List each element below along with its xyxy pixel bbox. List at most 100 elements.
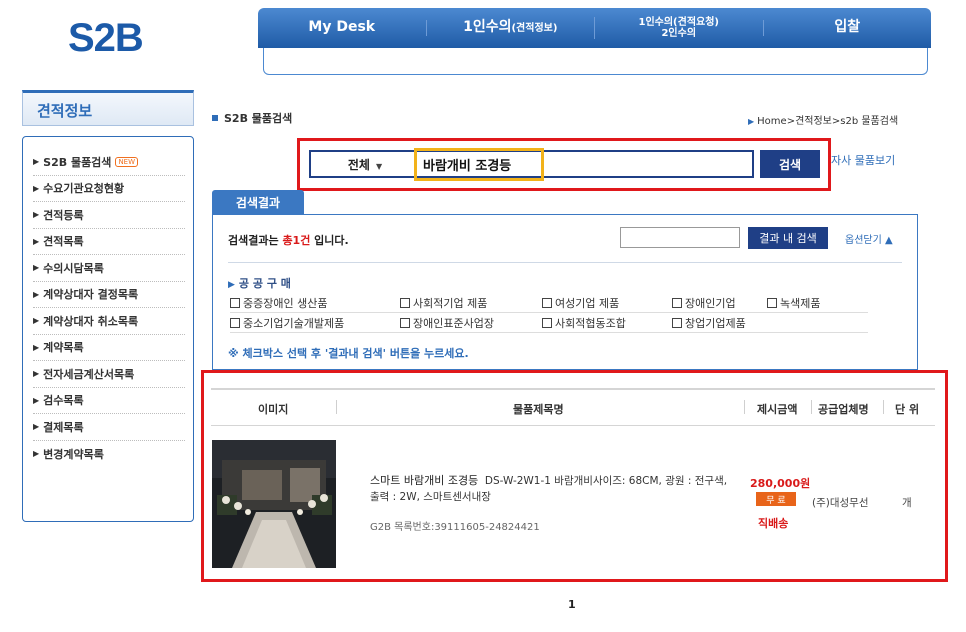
- nav-quote-request-line2: 2인수의: [661, 28, 697, 39]
- checkbox-box[interactable]: [542, 298, 552, 308]
- result-list-header: 이미지 물품제목명 제시금액 공급업체명 단 위: [211, 388, 935, 426]
- checkbox-label: 장애인기업: [685, 297, 736, 310]
- sidebar-menu: ▶ S2B 물품검색 NEW ▶ 수요기관요청현황 ▶ 견적등록 ▶ 견적목록 ▶ 수의시담…: [22, 136, 194, 522]
- arrow-right-icon: ▶: [33, 369, 40, 379]
- checkbox-disabled-enterprise[interactable]: 장애인기업: [672, 295, 736, 311]
- checkbox-box[interactable]: [672, 318, 682, 328]
- nav-bid[interactable]: 입찰: [762, 20, 932, 36]
- header-separator: [883, 400, 884, 414]
- nav-sub-bar: [263, 48, 928, 75]
- nav-single-contract-quote[interactable]: 1인수의(견적정보): [425, 20, 595, 36]
- sidebar-item-quote-list[interactable]: ▶ 견적목록: [33, 229, 185, 255]
- header-price: 제시금액: [757, 403, 798, 416]
- checkbox-row-divider: [230, 332, 868, 333]
- sidebar-item-label: S2B 물품검색: [43, 155, 112, 169]
- breadcrumb-text[interactable]: Home>견적정보>s2b 물품검색: [757, 116, 898, 127]
- inner-search-button[interactable]: 결과 내 검색: [748, 227, 828, 249]
- search-button[interactable]: 검색: [760, 150, 820, 178]
- own-products-link[interactable]: 자사 물품보기: [831, 152, 895, 168]
- triangle-right-icon: ▶: [748, 117, 755, 126]
- chevron-up-icon: ▲: [885, 235, 893, 246]
- sidebar-item-label: 전자세금계산서목록: [43, 367, 135, 381]
- product-unit: 개: [902, 497, 912, 509]
- arrow-right-icon: ▶: [33, 210, 40, 220]
- result-count-suffix: 입니다.: [310, 234, 349, 247]
- checkbox-startup[interactable]: 창업기업제품: [672, 315, 746, 331]
- checkbox-women-enterprise[interactable]: 여성기업 제품: [542, 295, 619, 311]
- checkbox-label: 녹색제품: [780, 297, 821, 310]
- sidebar-item-contractor-cancelled[interactable]: ▶ 계약상대자 취소목록: [33, 308, 185, 335]
- sidebar-item-label: 결제목록: [43, 420, 84, 434]
- header-unit: 단 위: [895, 403, 920, 416]
- nav-quote-request-line1: 1인수의(견적요청): [638, 17, 720, 28]
- checkbox-social-coop[interactable]: 사회적협동조합: [542, 315, 626, 331]
- result-count: 검색결과는 총1건 입니다.: [228, 232, 349, 248]
- sidebar-item-contract-list[interactable]: ▶ 계약목록: [33, 335, 185, 361]
- breadcrumb: ▶ Home>견적정보>s2b 물품검색: [748, 112, 898, 127]
- checkbox-box[interactable]: [542, 318, 552, 328]
- sidebar-item-contractor-decided[interactable]: ▶ 계약상대자 결정목록: [33, 282, 185, 308]
- sidebar-item-tax-invoice[interactable]: ▶ 전자세금계산서목록: [33, 361, 185, 388]
- sidebar-item-label: 견적목록: [43, 235, 84, 249]
- arrow-right-icon: ▶: [33, 263, 40, 273]
- pagination-page-1[interactable]: 1: [568, 598, 576, 611]
- sidebar-item-contract-change[interactable]: ▶ 변경계약목록: [33, 441, 185, 468]
- checkbox-box[interactable]: [400, 318, 410, 328]
- sidebar-item-s2b-search[interactable]: ▶ S2B 물품검색 NEW: [33, 149, 185, 176]
- sidebar-item-label: 변경계약목록: [43, 447, 104, 461]
- header-image: 이미지: [258, 403, 289, 416]
- checkbox-social-enterprise[interactable]: 사회적기업 제품: [400, 295, 487, 311]
- header-separator: [336, 400, 337, 414]
- public-purchase-title: ▶ 공 공 구 매: [228, 275, 291, 291]
- checkbox-box[interactable]: [672, 298, 682, 308]
- sidebar-item-quote-register[interactable]: ▶ 견적등록: [33, 202, 185, 229]
- product-thumbnail[interactable]: [212, 440, 336, 568]
- checkbox-disabled-products[interactable]: 중증장애인 생산품: [230, 295, 327, 311]
- arrow-right-icon: ▶: [33, 183, 40, 193]
- arrow-right-icon: ▶: [33, 289, 40, 299]
- sidebar-item-label: 수요기관요청현황: [43, 182, 125, 196]
- sidebar-item-request-status[interactable]: ▶ 수요기관요청현황: [33, 176, 185, 202]
- inner-search-input[interactable]: [620, 227, 740, 248]
- checkbox-label: 사회적협동조합: [555, 317, 626, 330]
- nav-my-desk[interactable]: My Desk: [258, 20, 426, 35]
- header-supplier: 공급업체명: [818, 403, 869, 416]
- triangle-right-icon: ▶: [228, 280, 235, 290]
- checkbox-sme-tech[interactable]: 중소기업기술개발제품: [230, 315, 344, 331]
- s2b-logo[interactable]: S2B: [68, 16, 144, 61]
- sidebar-item-label: 검수목록: [43, 394, 84, 408]
- checkbox-green-products[interactable]: 녹색제품: [767, 295, 820, 311]
- sidebar-item-negotiation-list[interactable]: ▶ 수의시담목록: [33, 255, 185, 282]
- checkbox-box[interactable]: [400, 298, 410, 308]
- sidebar-item-payment[interactable]: ▶ 결제목록: [33, 414, 185, 441]
- arrow-right-icon: ▶: [33, 342, 40, 352]
- free-shipping-badge: 무 료: [756, 492, 796, 506]
- checkbox-row-divider: [230, 312, 868, 313]
- public-purchase-label: 공 공 구 매: [238, 277, 291, 290]
- checkbox-box[interactable]: [767, 298, 777, 308]
- product-name[interactable]: 스마트 바람개비 조경등: [370, 474, 478, 487]
- close-options-link[interactable]: 옵션닫기 ▲: [845, 231, 893, 246]
- search-input[interactable]: 바람개비 조경등: [414, 148, 544, 181]
- product-title[interactable]: 스마트 바람개비 조경등 DS-W-2W1-1 바람개비사이즈: 68CM, 광…: [370, 473, 735, 505]
- category-select[interactable]: 전체 ▼: [311, 156, 419, 173]
- checkbox-notice: ※ 체크박스 선택 후 '결과내 검색' 버튼을 누르세요.: [228, 347, 469, 360]
- header-separator: [744, 400, 745, 414]
- checkbox-disabled-workplace[interactable]: 장애인표준사업장: [400, 315, 494, 331]
- arrow-right-icon: ▶: [33, 236, 40, 246]
- arrow-right-icon: ▶: [33, 316, 40, 326]
- header-separator: [811, 400, 812, 414]
- arrow-right-icon: ▶: [33, 395, 40, 405]
- checkbox-label: 창업기업제품: [685, 317, 746, 330]
- direct-delivery-label: 직배송: [758, 517, 789, 530]
- checkbox-label: 중소기업기술개발제품: [243, 317, 345, 330]
- sidebar-title: 견적정보: [22, 90, 194, 126]
- header-product-name: 물품제목명: [513, 403, 564, 416]
- result-count-prefix: 검색결과는: [228, 234, 283, 247]
- nav-quote-request[interactable]: 1인수의(견적요청) 2인수의: [594, 17, 763, 39]
- tab-search-results[interactable]: 검색결과: [212, 190, 304, 214]
- checkbox-box[interactable]: [230, 318, 240, 328]
- checkbox-box[interactable]: [230, 298, 240, 308]
- sidebar-item-inspection[interactable]: ▶ 검수목록: [33, 388, 185, 414]
- checkbox-label: 중증장애인 생산품: [243, 297, 328, 310]
